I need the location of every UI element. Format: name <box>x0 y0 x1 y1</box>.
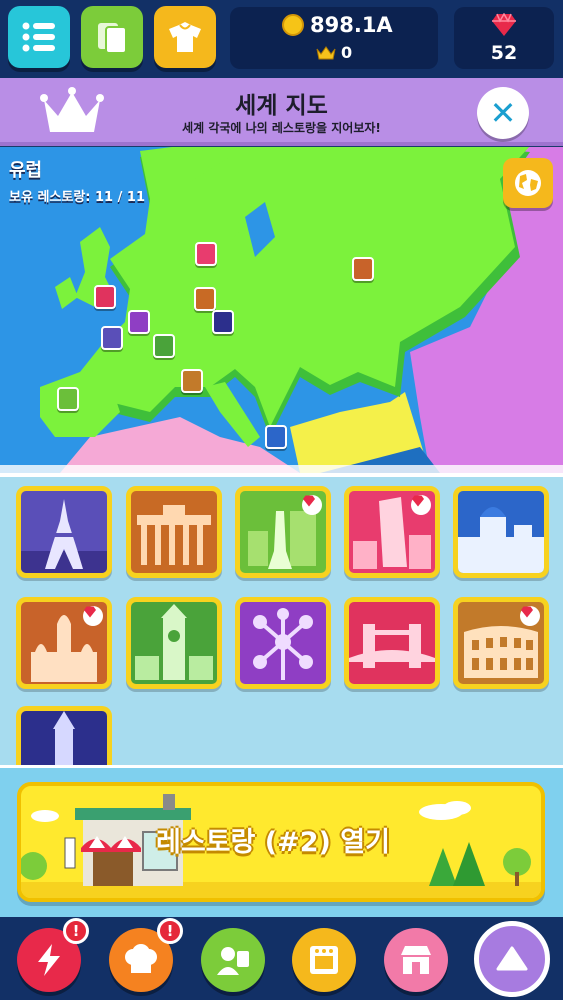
gem-icon <box>521 606 533 618</box>
map-pin-hamburg[interactable] <box>195 242 217 266</box>
crown-amount: 0 <box>341 43 353 62</box>
shop-button[interactable] <box>384 928 448 992</box>
menu-list-icon <box>22 22 55 52</box>
kitchen-button[interactable] <box>292 928 356 992</box>
map-pin-brussels[interactable] <box>128 310 150 334</box>
chef-alert-badge: ! <box>157 918 183 944</box>
gem-counter[interactable]: 52 <box>454 7 554 69</box>
currency-panel: 898.1A 0 <box>230 7 438 69</box>
gem-amount: 52 <box>490 42 518 64</box>
gem-badge <box>302 495 322 515</box>
restaurant-tile-copenhagen[interactable] <box>235 486 331 578</box>
restaurant-tile-london[interactable] <box>344 597 440 689</box>
costume-button[interactable] <box>154 6 216 68</box>
map-pin-moscow[interactable] <box>352 257 374 281</box>
oven-icon <box>310 946 338 974</box>
restaurant-tile-rome[interactable] <box>453 597 549 689</box>
open-restaurant-label: 레스토랑 (#2) 열기 <box>156 827 390 858</box>
world-map-button[interactable] <box>503 158 553 208</box>
boost-alert-badge: ! <box>63 918 89 944</box>
globe-icon <box>515 170 541 196</box>
map-pin-copenhagen[interactable] <box>57 387 79 411</box>
gem-icon <box>303 495 315 507</box>
coin-amount: 898.1A <box>310 13 393 37</box>
map-pin-london[interactable] <box>94 285 116 309</box>
restaurant-tile-prague[interactable] <box>16 706 112 765</box>
map-pin-rome[interactable] <box>181 369 203 393</box>
restaurant-tile-berlin[interactable] <box>126 486 222 578</box>
up-arrow-icon <box>496 946 528 971</box>
top-bar: 898.1A 0 52 <box>0 0 563 78</box>
restaurant-tile-hamburg[interactable] <box>344 486 440 578</box>
map-pin-santorini[interactable] <box>265 425 287 449</box>
santorini-church-icon <box>458 507 544 573</box>
gem-badge <box>83 606 103 626</box>
coin-counter: 898.1A <box>282 13 393 37</box>
restaurant-tile-brussels[interactable] <box>235 597 331 689</box>
menu-button[interactable] <box>8 6 70 68</box>
map-pin-bern[interactable] <box>153 334 175 358</box>
crown-counter: 0 <box>316 43 352 62</box>
manager-icon <box>217 947 249 975</box>
prague-tower-icon <box>53 711 75 765</box>
lightning-icon <box>38 944 60 976</box>
restaurant-tile-bern[interactable] <box>126 597 222 689</box>
gem-badge <box>411 495 431 515</box>
gem-badge <box>520 606 540 626</box>
restaurant-tile-moscow[interactable] <box>16 597 112 689</box>
map-pin-berlin[interactable] <box>194 287 216 311</box>
eiffel-tower-icon <box>21 499 107 573</box>
close-button[interactable]: ✕ <box>477 87 529 139</box>
brandenburg-gate-icon <box>137 505 211 565</box>
tower-bridge-icon <box>349 624 435 668</box>
owned-restaurants-count: 보유 레스토랑: 11 / 11 <box>9 190 145 205</box>
chef-hat-icon <box>125 944 157 973</box>
restaurant-tile-paris[interactable] <box>16 486 112 578</box>
restaurant-tile-santorini[interactable] <box>453 486 549 578</box>
gem-icon <box>492 13 516 36</box>
map-pin-paris[interactable] <box>101 326 123 350</box>
collection-button[interactable] <box>81 6 143 68</box>
region-name: 유럽 <box>9 160 43 181</box>
atomium-icon <box>253 608 313 680</box>
expand-button[interactable] <box>474 921 550 997</box>
shop-icon <box>401 946 431 974</box>
crown-icon <box>316 45 336 59</box>
shirt-icon <box>169 22 201 52</box>
manager-button[interactable] <box>201 928 265 992</box>
map-pin-prague[interactable] <box>212 310 234 334</box>
clock-tower-icon <box>135 604 213 680</box>
gem-icon <box>412 495 424 507</box>
gem-icon <box>84 606 96 618</box>
coin-icon <box>282 14 304 36</box>
cards-icon <box>98 23 127 54</box>
close-icon: ✕ <box>489 94 517 132</box>
